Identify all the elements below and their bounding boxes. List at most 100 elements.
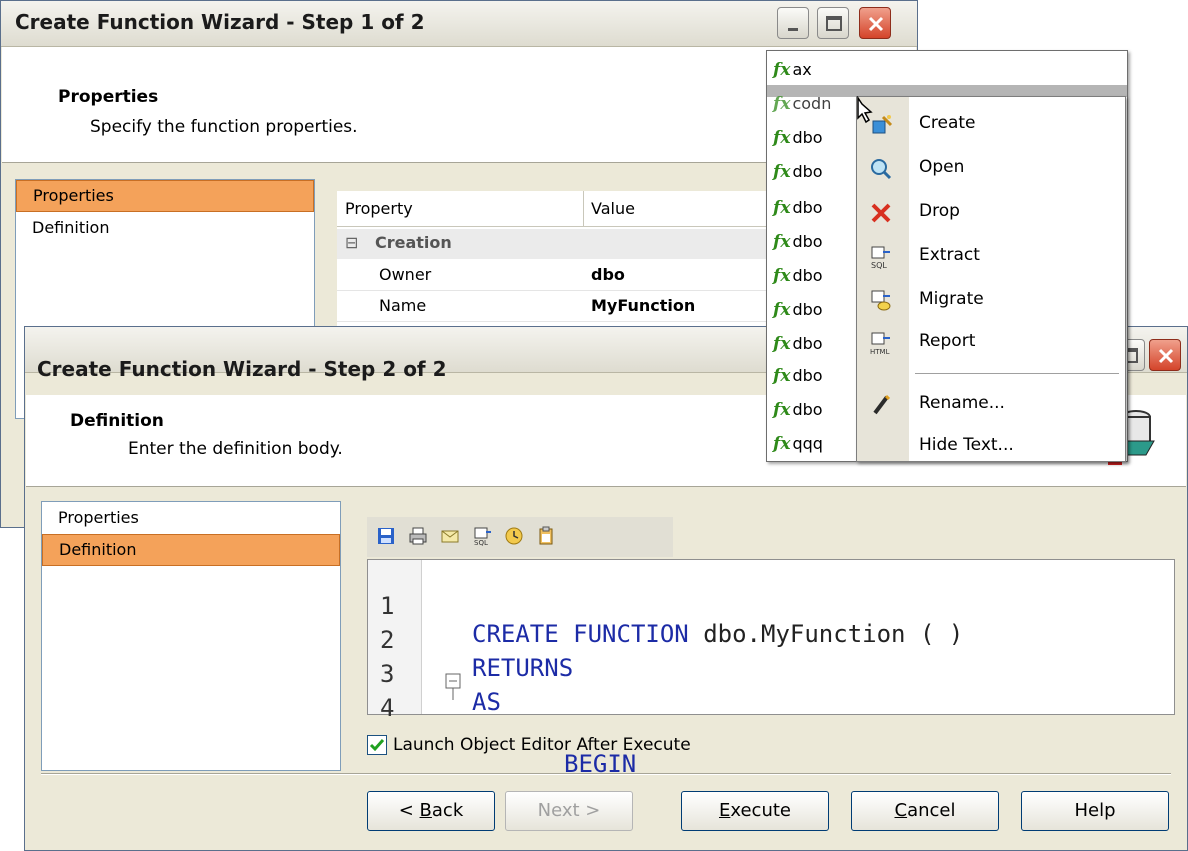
grid-property-cell: Owner <box>379 265 432 284</box>
menu-item-extract[interactable]: SQL Extract <box>857 235 1125 277</box>
function-icon: fx <box>773 334 791 354</box>
minimize-icon <box>788 28 798 31</box>
launch-editor-label: Launch Object Editor After Execute <box>393 735 691 755</box>
fold-toggle-icon[interactable] <box>444 666 464 700</box>
function-icon: fx <box>773 434 791 454</box>
paste-clipboard-icon[interactable] <box>535 525 557 547</box>
context-menu: Create Open Drop SQL Extract Migrate HTM… <box>856 96 1126 462</box>
editor-toolbar: SQL <box>367 517 673 557</box>
header-subtitle: Enter the definition body. <box>128 439 343 459</box>
function-icon: fx <box>773 94 791 114</box>
wizard-step1-titlebar[interactable]: Create Function Wizard - Step 1 of 2 <box>1 1 917 47</box>
grid-value-cell[interactable]: MyFunction <box>591 296 695 315</box>
execute-button[interactable]: Execute <box>681 791 829 831</box>
checkmark-icon <box>369 739 385 752</box>
list-item[interactable]: fx dbo <box>773 393 823 427</box>
sql-code-editor[interactable]: 1 CREATE FUNCTION dbo.MyFunction ( ) 2 R… <box>367 559 1175 778</box>
list-item[interactable]: fx dbo <box>773 293 823 327</box>
print-icon[interactable] <box>407 525 429 547</box>
list-item[interactable]: fx dbo <box>773 327 823 361</box>
list-item[interactable]: fx dbo <box>773 155 823 189</box>
grid-group-label: Creation <box>375 233 452 252</box>
maximize-button[interactable] <box>817 7 849 39</box>
close-button[interactable] <box>859 7 891 39</box>
line-number: 4 <box>380 694 395 722</box>
extract-sql-icon[interactable]: SQL <box>471 525 493 547</box>
migrate-icon <box>871 290 891 311</box>
menu-item-create[interactable]: Create <box>857 103 1125 145</box>
code-line: 1 CREATE FUNCTION dbo.MyFunction ( ) <box>368 564 1168 648</box>
list-item[interactable]: fx dbo <box>773 225 823 259</box>
menu-item-report[interactable]: HTML Report <box>857 321 1125 363</box>
wizard-step2-title: Create Function Wizard - Step 2 of 2 <box>37 357 447 381</box>
grid-col-property: Property <box>345 199 413 218</box>
header-title: Definition <box>70 411 164 431</box>
list-item[interactable]: fx dbo <box>773 121 823 155</box>
code-line: 4 BEGIN <box>368 666 1168 778</box>
close-icon <box>1158 348 1174 364</box>
grid-col-divider <box>583 191 584 227</box>
svg-text:SQL: SQL <box>871 261 887 269</box>
nav-item-definition[interactable]: Definition <box>16 212 314 244</box>
function-icon: fx <box>773 128 791 148</box>
list-item[interactable]: fx codn <box>773 87 831 121</box>
list-item[interactable]: fx ax <box>773 53 812 87</box>
nav-item-definition[interactable]: Definition <box>42 534 340 566</box>
function-icon: fx <box>773 162 791 182</box>
report-html-icon: HTML <box>870 332 890 355</box>
wizard-step1-title: Create Function Wizard - Step 1 of 2 <box>15 10 425 34</box>
code-line: 2 RETURNS <box>368 598 1168 682</box>
mail-icon[interactable] <box>439 525 461 547</box>
cancel-button[interactable]: Cancel <box>851 791 999 831</box>
open-icon <box>871 159 892 180</box>
extract-sql-icon: SQL <box>871 246 890 269</box>
function-icon: fx <box>773 366 791 386</box>
grid-property-cell: Name <box>379 296 427 315</box>
code-line: 3 AS <box>368 632 1168 716</box>
close-button[interactable] <box>1149 339 1181 371</box>
function-icon: fx <box>773 198 791 218</box>
launch-editor-checkbox-row[interactable]: Launch Object Editor After Execute <box>367 735 691 755</box>
wizard-step2-nav: Properties Definition <box>41 501 341 771</box>
function-icon: fx <box>773 60 791 80</box>
property-grid: Property Value ⊟ Creation Owner dbo Name… <box>337 191 777 341</box>
rename-pencil-icon <box>873 394 891 415</box>
save-icon[interactable] <box>375 525 397 547</box>
expand-toggle-icon[interactable]: ⊟ <box>345 233 358 252</box>
function-icon: fx <box>773 300 791 320</box>
list-item[interactable]: fx dbo <box>773 191 823 225</box>
list-item[interactable]: fx dbo <box>773 359 823 393</box>
maximize-icon <box>826 16 842 31</box>
launch-editor-checkbox[interactable] <box>367 735 387 755</box>
list-item[interactable]: fx dbo <box>773 259 823 293</box>
footer-divider <box>41 773 1171 775</box>
nav-item-properties[interactable]: Properties <box>16 180 314 212</box>
grid-col-value: Value <box>591 199 635 218</box>
nav-item-properties[interactable]: Properties <box>42 502 340 534</box>
grid-group-row[interactable]: ⊟ Creation <box>337 229 777 259</box>
mouse-cursor-icon <box>857 96 873 124</box>
menu-item-drop[interactable]: Drop <box>857 191 1125 233</box>
grid-row[interactable]: Name MyFunction <box>337 292 777 322</box>
menu-item-rename[interactable]: Rename... <box>857 383 1125 425</box>
function-icon: fx <box>773 400 791 420</box>
close-icon <box>868 16 884 32</box>
menu-separator <box>915 373 1119 374</box>
svg-text:HTML: HTML <box>870 348 890 355</box>
minimize-button[interactable] <box>777 7 809 39</box>
svg-text:SQL: SQL <box>474 539 488 546</box>
grid-row[interactable]: Owner dbo <box>337 261 777 291</box>
header-subtitle: Specify the function properties. <box>90 117 358 137</box>
function-icon: fx <box>773 232 791 252</box>
history-clock-icon[interactable] <box>503 525 525 547</box>
help-button[interactable]: Help <box>1021 791 1169 831</box>
next-button[interactable]: Next > <box>505 791 633 831</box>
drop-icon <box>871 203 891 223</box>
menu-item-migrate[interactable]: Migrate <box>857 279 1125 321</box>
menu-item-hide-text[interactable]: Hide Text... <box>857 425 1125 467</box>
grid-value-cell[interactable]: dbo <box>591 265 625 284</box>
list-item[interactable]: fx qqq <box>773 427 823 461</box>
back-button[interactable]: < Back <box>367 791 495 831</box>
grid-header: Property Value <box>337 191 777 227</box>
menu-item-open[interactable]: Open <box>857 147 1125 189</box>
